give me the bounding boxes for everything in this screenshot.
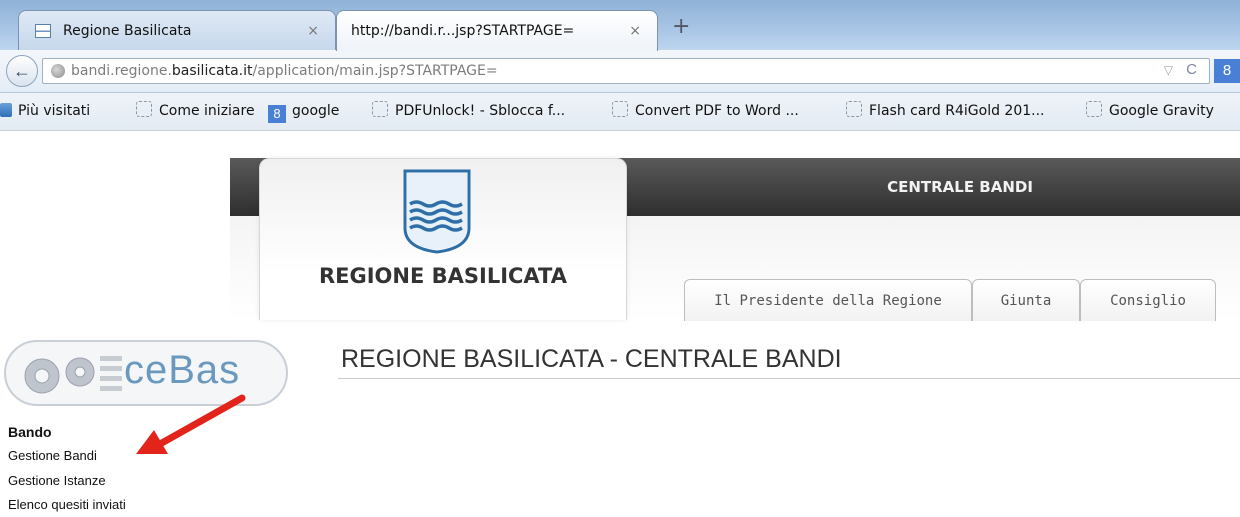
reload-icon[interactable]: C bbox=[1186, 61, 1197, 78]
regione-crest-icon bbox=[403, 169, 471, 254]
bookmarks-toolbar: Più visitati Come iniziare 8 google PDFUn… bbox=[0, 93, 1240, 131]
bookmark-come-iniziare[interactable]: Come iniziare bbox=[136, 93, 255, 130]
page-favicon-icon bbox=[35, 24, 51, 38]
bookmark-google[interactable]: 8 google bbox=[268, 93, 339, 130]
tab-giunta[interactable]: Giunta bbox=[972, 279, 1080, 321]
url-history-dropdown-icon[interactable]: ▽ bbox=[1164, 63, 1173, 77]
red-arrow-annotation bbox=[136, 394, 246, 454]
back-arrow-icon: ← bbox=[13, 61, 31, 81]
bookmark-flash-card[interactable]: Flash card R4iGold 201... bbox=[846, 93, 1045, 130]
blank-page-icon bbox=[372, 101, 388, 117]
url-text[interactable]: bandi.regione.basilicata.it/application/… bbox=[71, 63, 498, 79]
blank-page-icon bbox=[846, 101, 862, 117]
browser-navigation-bar: ← bandi.regione.basilicata.it/applicatio… bbox=[0, 50, 1240, 93]
browser-tab-active[interactable]: http://bandi.r...jsp?STARTPAGE= × bbox=[336, 10, 658, 51]
bookmark-pdfunlock[interactable]: PDFUnlock! - Sblocca f... bbox=[372, 93, 565, 130]
bookmark-google-gravity[interactable]: Google Gravity bbox=[1086, 93, 1214, 130]
globe-icon bbox=[51, 64, 65, 78]
tab-consiglio[interactable]: Consiglio bbox=[1080, 279, 1216, 321]
menu-item-gestione-bandi[interactable]: Gestione Bandi bbox=[8, 448, 97, 463]
browser-tab-strip: Regione Basilicata × http://bandi.r...js… bbox=[0, 0, 1240, 51]
blank-page-icon bbox=[1086, 101, 1102, 117]
menu-item-gestione-istanze[interactable]: Gestione Istanze bbox=[8, 473, 106, 488]
close-tab-icon[interactable]: × bbox=[629, 11, 641, 51]
browser-tab-regione[interactable]: Regione Basilicata × bbox=[18, 10, 336, 50]
regione-basilicata-title[interactable]: REGIONE BASILICATA bbox=[259, 264, 627, 288]
menu-heading-bando: Bando bbox=[8, 424, 52, 440]
cebas-logo-text: ceBas bbox=[124, 348, 241, 392]
bookmark-convert-pdf[interactable]: Convert PDF to Word ... bbox=[612, 93, 799, 130]
bookmark-piu-visitati[interactable]: Più visitati bbox=[0, 93, 90, 130]
folder-icon bbox=[0, 103, 12, 117]
title-divider bbox=[338, 378, 1240, 379]
back-button[interactable]: ← bbox=[6, 55, 38, 87]
tab-il-presidente[interactable]: Il Presidente della Regione bbox=[684, 279, 972, 321]
google-icon: 8 bbox=[268, 105, 286, 123]
centrale-bandi-banner: CENTRALE BANDI bbox=[887, 178, 1033, 196]
blank-page-icon bbox=[612, 101, 628, 117]
menu-item-elenco-quesiti[interactable]: Elenco quesiti inviati bbox=[8, 497, 126, 512]
tab-label: http://bandi.r...jsp?STARTPAGE= bbox=[351, 23, 575, 39]
tab-label: Regione Basilicata bbox=[63, 23, 192, 39]
search-engine-google-icon[interactable]: 8 bbox=[1214, 59, 1240, 83]
blank-page-icon bbox=[136, 101, 152, 117]
new-tab-button[interactable]: + bbox=[672, 14, 690, 39]
close-tab-icon[interactable]: × bbox=[307, 11, 319, 51]
page-title: REGIONE BASILICATA - CENTRALE BANDI bbox=[341, 345, 842, 373]
address-bar[interactable]: bandi.regione.basilicata.it/application/… bbox=[42, 58, 1210, 84]
